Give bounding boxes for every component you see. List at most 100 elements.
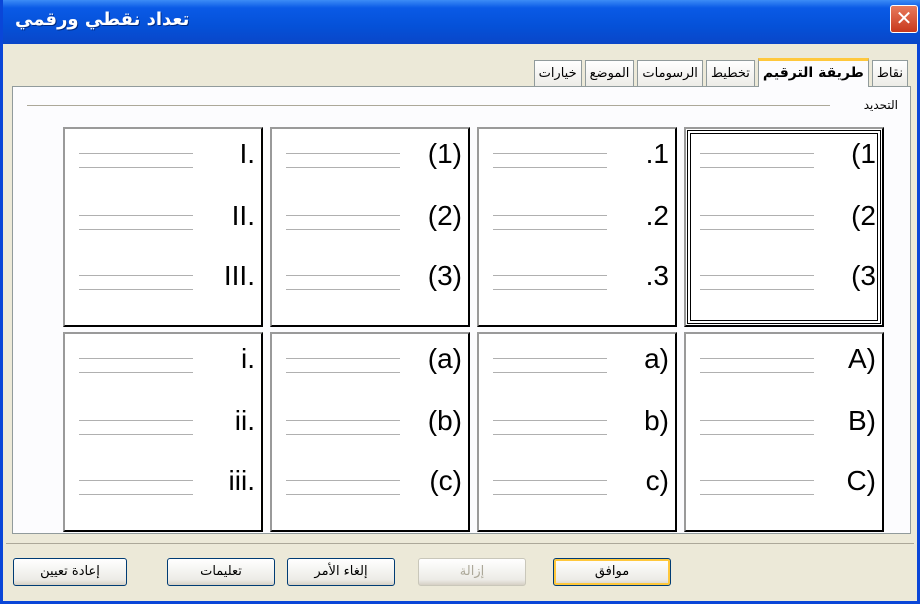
numbering-preview-line: (c) <box>286 464 462 504</box>
reset-button[interactable]: إعادة تعيين <box>13 558 127 586</box>
preview-rule <box>286 372 400 373</box>
preview-rule <box>493 494 607 495</box>
numbering-style-option[interactable]: (1 (2 (3 <box>684 127 884 327</box>
tab-options[interactable]: خيارات <box>533 60 582 87</box>
cancel-button[interactable]: إلغاء الأمر <box>287 558 395 586</box>
numbering-label: c) <box>645 465 669 496</box>
tab-numbering-type[interactable]: طريقة الترقيم <box>757 58 869 87</box>
preview-rule <box>700 420 814 421</box>
preview-rule <box>286 420 400 421</box>
remove-button[interactable]: إزالة <box>418 558 526 586</box>
preview-rule <box>79 215 193 216</box>
preview-rule <box>493 167 607 168</box>
footer-divider <box>6 543 914 544</box>
numbering-preview-line: (b) <box>286 404 462 444</box>
numbering-preview-line: ii. <box>79 404 255 444</box>
numbering-preview-line: (3 <box>700 259 876 299</box>
preview-rule <box>286 494 400 495</box>
numbering-preview-line: c) <box>493 464 669 504</box>
preview-rule <box>79 480 193 481</box>
preview-rule <box>700 480 814 481</box>
ok-button[interactable]: موافق <box>553 558 671 586</box>
numbering-preview-line: B) <box>700 404 876 444</box>
selection-group-label: التحديد <box>857 98 898 112</box>
numbering-preview-line: b) <box>493 404 669 444</box>
preview-rule <box>493 289 607 290</box>
preview-rule <box>79 229 193 230</box>
numbering-label: i. <box>241 343 255 374</box>
numbering-preview-line: .3 <box>493 259 669 299</box>
numbering-preview-line: iii. <box>79 464 255 504</box>
preview-rule <box>493 153 607 154</box>
numbering-style-option[interactable]: (a) (b) (c) <box>270 332 470 532</box>
numbering-preview-line: .1 <box>493 137 669 177</box>
preview-rule <box>700 494 814 495</box>
tab-position[interactable]: الموضع <box>584 60 635 87</box>
close-button[interactable]: ✕ <box>890 5 918 33</box>
numbering-label: (3 <box>851 260 876 291</box>
preview-rule <box>79 289 193 290</box>
numbering-label: (1) <box>427 138 462 169</box>
preview-rule <box>700 229 814 230</box>
numbering-preview-line: i. <box>79 342 255 382</box>
preview-rule <box>700 153 814 154</box>
numbering-style-option[interactable]: A) B) C) <box>684 332 884 532</box>
numbering-preview-line: (a) <box>286 342 462 382</box>
preview-rule <box>700 372 814 373</box>
preview-rule <box>700 289 814 290</box>
numbering-style-option[interactable]: .1 .2 .3 <box>477 127 677 327</box>
preview-rule <box>286 434 400 435</box>
numbering-preview-line: (2) <box>286 199 462 239</box>
numbering-preview-line: II. <box>79 199 255 239</box>
preview-rule <box>286 153 400 154</box>
preview-rule <box>286 229 400 230</box>
numbering-label: C) <box>846 465 876 496</box>
numbering-preview-line: (1) <box>286 137 462 177</box>
numbering-preview-line: (2 <box>700 199 876 239</box>
preview-rule <box>286 275 400 276</box>
tab-graphics[interactable]: الرسومات <box>637 60 703 87</box>
numbering-preview-line: C) <box>700 464 876 504</box>
numbering-style-option[interactable]: i. ii. iii. <box>63 332 263 532</box>
preview-rule <box>700 215 814 216</box>
tab-bullets[interactable]: نقاط <box>871 60 908 87</box>
preview-rule <box>79 358 193 359</box>
preview-rule <box>286 480 400 481</box>
preview-rule <box>493 215 607 216</box>
numbering-label: b) <box>644 405 669 436</box>
numbering-preview-line: .2 <box>493 199 669 239</box>
preview-rule <box>286 215 400 216</box>
dialog-window: تعداد نقطي ورقمي ✕ نقاط طريقة الترقيم تخ… <box>0 0 920 604</box>
numbering-preview-line: (1 <box>700 137 876 177</box>
numbering-style-option[interactable]: a) b) c) <box>477 332 677 532</box>
numbering-label: (c) <box>429 465 462 496</box>
preview-rule <box>286 358 400 359</box>
numbering-label: ii. <box>234 405 255 436</box>
preview-rule <box>493 420 607 421</box>
preview-rule <box>79 434 193 435</box>
numbering-preview-line: I. <box>79 137 255 177</box>
preview-rule <box>79 275 193 276</box>
numbering-style-option[interactable]: (1) (2) (3) <box>270 127 470 327</box>
help-button[interactable]: تعليمات <box>167 558 275 586</box>
preview-rule <box>79 420 193 421</box>
tab-outline[interactable]: تخطيط <box>705 60 755 87</box>
preview-rule <box>493 372 607 373</box>
numbering-preview-line: (3) <box>286 259 462 299</box>
numbering-label: (b) <box>427 405 462 436</box>
window-title: تعداد نقطي ورقمي <box>15 9 190 30</box>
preview-rule <box>79 494 193 495</box>
preview-rule <box>700 275 814 276</box>
preview-rule <box>493 480 607 481</box>
preview-rule <box>79 167 193 168</box>
numbering-label: .1 <box>645 138 669 169</box>
numbering-style-option[interactable]: I. II. III. <box>63 127 263 327</box>
numbering-label: II. <box>231 200 255 231</box>
preview-rule <box>700 434 814 435</box>
preview-rule <box>493 229 607 230</box>
preview-rule <box>493 434 607 435</box>
numbering-label: (a) <box>427 343 462 374</box>
numbering-label: (1 <box>851 138 876 169</box>
numbering-preview-line: III. <box>79 259 255 299</box>
preview-rule <box>700 358 814 359</box>
